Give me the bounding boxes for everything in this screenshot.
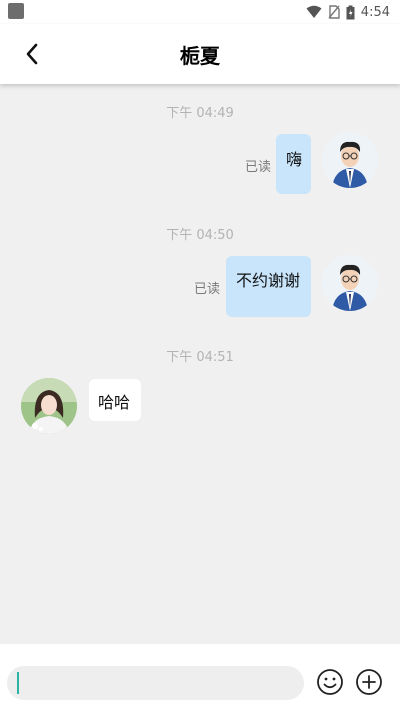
message-bubble-sent[interactable]: 不约谢谢 <box>226 256 311 317</box>
no-sim-icon <box>328 5 340 19</box>
message-composer <box>0 644 400 712</box>
girl-photo-avatar-icon <box>21 378 77 434</box>
battery-icon <box>346 5 355 19</box>
status-time: 4:54 <box>360 4 390 20</box>
message-bubble-sent[interactable]: 嗨 <box>276 134 311 194</box>
message-text: 不约谢谢 <box>236 271 301 290</box>
read-status: 已读 <box>245 160 272 175</box>
add-attachment-button[interactable] <box>355 668 383 696</box>
read-status: 已读 <box>194 282 221 297</box>
message-input[interactable] <box>7 666 304 700</box>
message-timestamp: 下午 04:50 <box>166 228 234 243</box>
emoji-button[interactable] <box>316 668 344 696</box>
message-text: 哈哈 <box>98 393 131 412</box>
app-notification-icon <box>8 3 24 19</box>
contact-avatar[interactable] <box>21 378 77 434</box>
message-text: 嗨 <box>286 150 303 169</box>
message-list[interactable]: 下午 04:49 已读 嗨 下午 04:50 已读 不约谢谢 下午 04:51 … <box>0 84 400 644</box>
status-icons: 4:54 <box>306 2 390 22</box>
plus-circle-icon <box>356 669 382 695</box>
my-avatar[interactable] <box>322 132 378 188</box>
status-bar: 4:54 <box>0 0 400 24</box>
smiley-icon <box>317 669 343 695</box>
cartoon-man-avatar-icon <box>322 132 378 188</box>
my-avatar[interactable] <box>322 255 378 311</box>
message-bubble-received[interactable]: 哈哈 <box>89 379 141 421</box>
cartoon-man-avatar-icon <box>322 255 378 311</box>
message-timestamp: 下午 04:49 <box>166 106 234 121</box>
wifi-icon <box>306 5 322 18</box>
message-timestamp: 下午 04:51 <box>166 350 234 365</box>
chat-header: 栀夏 <box>0 24 400 84</box>
text-caret <box>17 672 19 694</box>
page-title: 栀夏 <box>180 44 220 68</box>
